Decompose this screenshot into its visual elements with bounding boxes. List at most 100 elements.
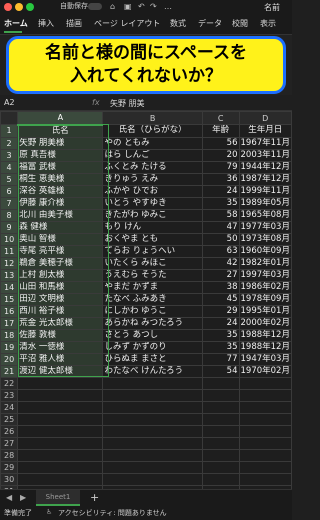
header-cell[interactable]: 年齢 <box>201 124 240 138</box>
grid-cell[interactable] <box>102 460 203 474</box>
grid-cell[interactable]: 63 <box>201 244 240 258</box>
grid-cell[interactable]: やの ともみ <box>102 136 203 150</box>
status-accessibility[interactable]: アクセシビリティ: 問題ありません <box>58 508 167 518</box>
grid-cell[interactable] <box>238 448 292 462</box>
row-header[interactable]: 14 <box>0 280 19 294</box>
grid-cell[interactable]: ふくとみ たける <box>102 160 203 174</box>
maximize-window-button[interactable] <box>26 3 34 11</box>
grid-cell[interactable]: わたなべ けんたろう <box>102 364 203 378</box>
name-box[interactable]: A2 <box>4 98 15 107</box>
grid-cell[interactable]: 45 <box>201 292 240 306</box>
grid-cell[interactable]: 1973年08月 <box>238 232 292 246</box>
grid-cell[interactable] <box>102 400 203 414</box>
home-icon[interactable]: ⌂ <box>110 2 115 11</box>
grid-cell[interactable] <box>17 412 104 426</box>
row-header[interactable]: 13 <box>0 268 19 282</box>
row-header[interactable]: 26 <box>0 424 19 438</box>
grid-cell[interactable]: 1995年01月 <box>238 304 292 318</box>
row-header[interactable]: 7 <box>0 196 19 210</box>
row-header[interactable]: 22 <box>0 376 19 390</box>
grid-cell[interactable]: 1982年01月 <box>238 256 292 270</box>
grid-cell[interactable] <box>17 388 104 402</box>
grid-cell[interactable]: もり けん <box>102 220 203 234</box>
row-header[interactable]: 24 <box>0 400 19 414</box>
row-header[interactable]: 4 <box>0 160 19 174</box>
grid-cell[interactable] <box>17 460 104 474</box>
row-header[interactable]: 6 <box>0 184 19 198</box>
grid-cell[interactable]: きりゅう えみ <box>102 172 203 186</box>
tab-view[interactable]: 表示 <box>260 18 276 29</box>
grid-cell[interactable]: はら しんご <box>102 148 203 162</box>
row-header[interactable]: 25 <box>0 412 19 426</box>
grid-cell[interactable]: 36 <box>201 172 240 186</box>
grid-cell[interactable]: 上村 創太様 <box>17 268 104 282</box>
grid-cell[interactable]: 1965年08月 <box>238 208 292 222</box>
row-header[interactable]: 29 <box>0 460 19 474</box>
grid-cell[interactable]: 1988年12月 <box>238 340 292 354</box>
grid-cell[interactable] <box>102 388 203 402</box>
header-cell[interactable]: 生年月日 <box>238 124 292 138</box>
save-icon[interactable]: ▣ <box>124 2 132 11</box>
grid-cell[interactable] <box>238 376 292 390</box>
grid-cell[interactable] <box>238 424 292 438</box>
prev-sheet-icon[interactable]: ◀ <box>6 493 12 502</box>
grid-cell[interactable]: たなべ ふみあき <box>102 292 203 306</box>
add-sheet-button[interactable]: + <box>90 491 99 504</box>
row-header[interactable]: 9 <box>0 220 19 234</box>
row-header[interactable]: 3 <box>0 148 19 162</box>
row-header[interactable]: 1 <box>0 124 19 138</box>
grid-cell[interactable] <box>17 436 104 450</box>
grid-cell[interactable]: 29 <box>201 304 240 318</box>
grid-cell[interactable]: 1986年02月 <box>238 280 292 294</box>
row-header[interactable]: 20 <box>0 352 19 366</box>
grid-cell[interactable]: 荒金 光太郎様 <box>17 316 104 330</box>
grid-cell[interactable]: 西川 裕子様 <box>17 304 104 318</box>
grid-cell[interactable]: 1977年03月 <box>238 220 292 234</box>
grid-cell[interactable]: さとう あつし <box>102 328 203 342</box>
grid-cell[interactable]: 渡辺 健太郎様 <box>17 364 104 378</box>
grid-cell[interactable]: 福冨 武様 <box>17 160 104 174</box>
grid-cell[interactable]: 1999年11月 <box>238 184 292 198</box>
grid-cell[interactable]: 鵜倉 美穂子様 <box>17 256 104 270</box>
grid-cell[interactable]: 1978年09月 <box>238 292 292 306</box>
fx-icon[interactable]: fx <box>92 98 100 107</box>
row-header[interactable]: 12 <box>0 256 19 270</box>
row-header[interactable]: 11 <box>0 244 19 258</box>
grid-cell[interactable] <box>238 412 292 426</box>
tab-page-layout[interactable]: ページ レイアウト <box>94 18 160 29</box>
grid-cell[interactable]: あらかね みつたろう <box>102 316 203 330</box>
grid-cell[interactable]: 深谷 英雄様 <box>17 184 104 198</box>
grid-cell[interactable]: ふかや ひでお <box>102 184 203 198</box>
grid-cell[interactable]: 58 <box>201 208 240 222</box>
grid-cell[interactable] <box>102 436 203 450</box>
grid-cell[interactable]: 原 真吾様 <box>17 148 104 162</box>
grid-cell[interactable]: 田辺 文明様 <box>17 292 104 306</box>
grid-cell[interactable] <box>102 424 203 438</box>
grid-cell[interactable]: 24 <box>201 316 240 330</box>
grid-cell[interactable] <box>17 376 104 390</box>
grid-cell[interactable]: 1947年03月 <box>238 352 292 366</box>
column-header-d[interactable]: D <box>238 111 292 125</box>
tab-review[interactable]: 校閲 <box>232 18 248 29</box>
column-header-c[interactable]: C <box>201 111 240 125</box>
grid-cell[interactable] <box>201 460 240 474</box>
grid-cell[interactable]: 27 <box>201 268 240 282</box>
tab-home[interactable]: ホーム <box>4 18 28 29</box>
grid-cell[interactable] <box>102 448 203 462</box>
grid-cell[interactable]: 2003年11月 <box>238 148 292 162</box>
grid-cell[interactable] <box>201 412 240 426</box>
grid-cell[interactable] <box>201 400 240 414</box>
grid-cell[interactable]: 1967年11月 <box>238 136 292 150</box>
grid-cell[interactable] <box>201 388 240 402</box>
row-header[interactable]: 28 <box>0 448 19 462</box>
grid-cell[interactable]: おくやま とも <box>102 232 203 246</box>
grid-cell[interactable]: 伊藤 康介様 <box>17 196 104 210</box>
grid-cell[interactable]: 平沼 雅人様 <box>17 352 104 366</box>
grid-cell[interactable] <box>17 472 104 486</box>
grid-cell[interactable]: 79 <box>201 160 240 174</box>
minimize-window-button[interactable] <box>15 3 23 11</box>
grid-cell[interactable] <box>17 424 104 438</box>
grid-cell[interactable]: 1970年02月 <box>238 364 292 378</box>
row-header[interactable]: 5 <box>0 172 19 186</box>
grid-cell[interactable]: いとう やすゆき <box>102 196 203 210</box>
